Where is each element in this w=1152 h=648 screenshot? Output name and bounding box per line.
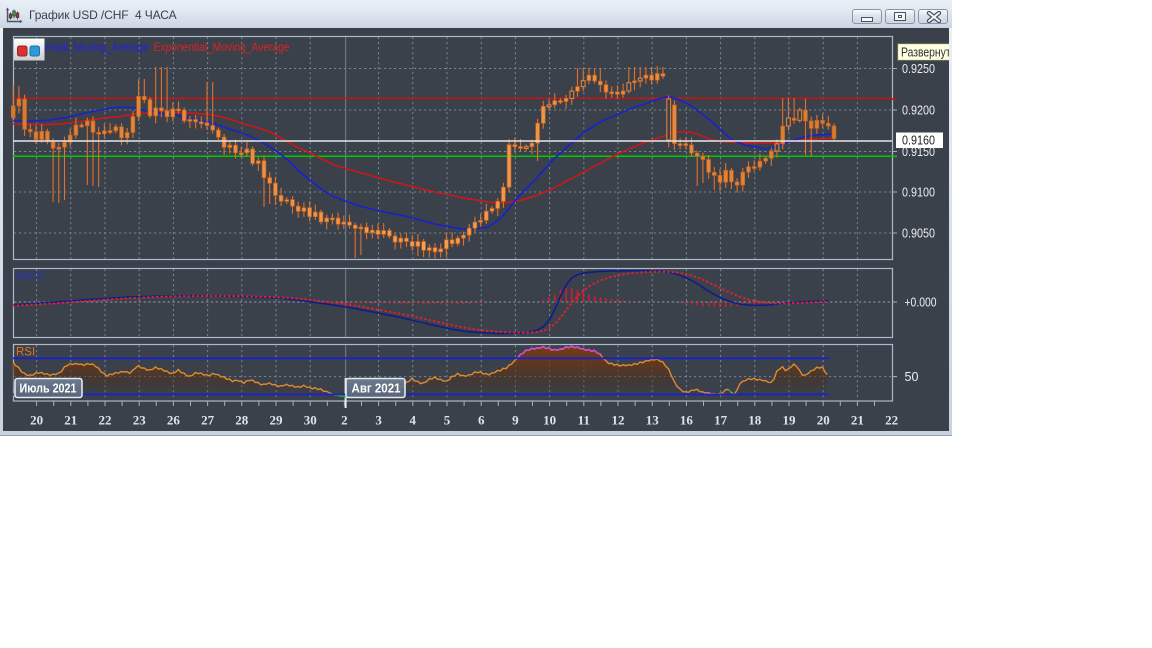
svg-text:3: 3 [375,413,382,428]
svg-text:9: 9 [512,413,519,428]
svg-text:12: 12 [612,413,625,428]
svg-text:0.9050: 0.9050 [902,226,935,240]
svg-text:17: 17 [714,413,728,428]
svg-text:21: 21 [64,413,77,428]
svg-text:18: 18 [748,413,762,428]
svg-text:28: 28 [235,413,249,428]
svg-text:29: 29 [270,413,284,428]
svg-text:10: 10 [543,413,556,428]
svg-text:0.9100: 0.9100 [902,185,935,199]
svg-text:RSI: RSI [16,347,35,359]
svg-text:19: 19 [783,413,797,428]
svg-text:Exponential_Moving_Average: Exponential_Moving_Average [154,42,290,54]
svg-text:11: 11 [578,413,590,428]
svg-text:23: 23 [133,413,147,428]
svg-text:21: 21 [851,413,864,428]
svg-text:26: 26 [167,413,181,428]
svg-text:2: 2 [341,413,348,428]
svg-text:Авг 2021: Авг 2021 [352,381,401,396]
svg-text:+0.000: +0.000 [905,296,937,310]
svg-text:0.9160: 0.9160 [902,134,935,148]
svg-text:13: 13 [646,413,660,428]
svg-text:50: 50 [905,370,919,384]
svg-text:22: 22 [885,413,898,428]
svg-text:Июль 2021: Июль 2021 [20,381,77,396]
svg-text:0.9200: 0.9200 [902,103,935,117]
svg-text:0.9250: 0.9250 [902,62,935,76]
svg-text:5: 5 [444,413,451,428]
svg-text:ential_Moving_Average: ential_Moving_Average [45,42,149,54]
svg-text:27: 27 [201,413,215,428]
svg-text:16: 16 [680,413,694,428]
svg-text:20: 20 [30,413,43,428]
svg-text:22: 22 [99,413,112,428]
svg-text:4: 4 [410,413,417,428]
svg-text:Развернуть: Развернуть [901,46,949,60]
svg-text:MACD: MACD [16,271,44,283]
svg-text:30: 30 [304,413,317,428]
svg-text:6: 6 [478,413,485,428]
svg-text:20: 20 [817,413,830,428]
